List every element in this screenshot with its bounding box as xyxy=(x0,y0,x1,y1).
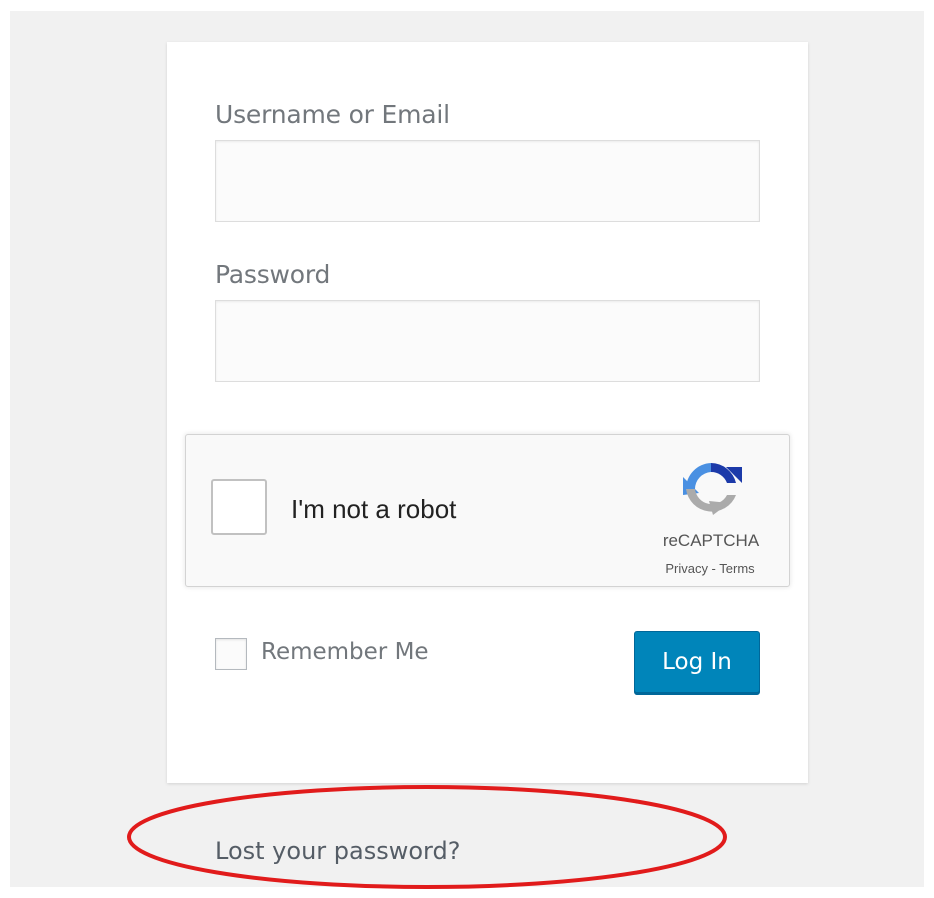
password-label: Password xyxy=(215,260,331,289)
remember-me-checkbox[interactable] xyxy=(215,638,247,670)
recaptcha-brand-text: reCAPTCHA xyxy=(662,531,760,550)
remember-me-label[interactable]: Remember Me xyxy=(261,639,429,665)
recaptcha-label: I'm not a robot xyxy=(291,494,457,524)
recaptcha-checkbox[interactable] xyxy=(211,479,267,535)
recaptcha-privacy-terms-link[interactable]: Privacy - Terms xyxy=(650,561,770,576)
username-label: Username or Email xyxy=(215,100,450,129)
username-input[interactable] xyxy=(215,140,760,222)
password-input[interactable] xyxy=(215,300,760,382)
login-button[interactable]: Log In xyxy=(634,631,760,693)
lost-password-link[interactable]: Lost your password? xyxy=(215,837,460,865)
recaptcha-logo-icon xyxy=(683,463,742,515)
